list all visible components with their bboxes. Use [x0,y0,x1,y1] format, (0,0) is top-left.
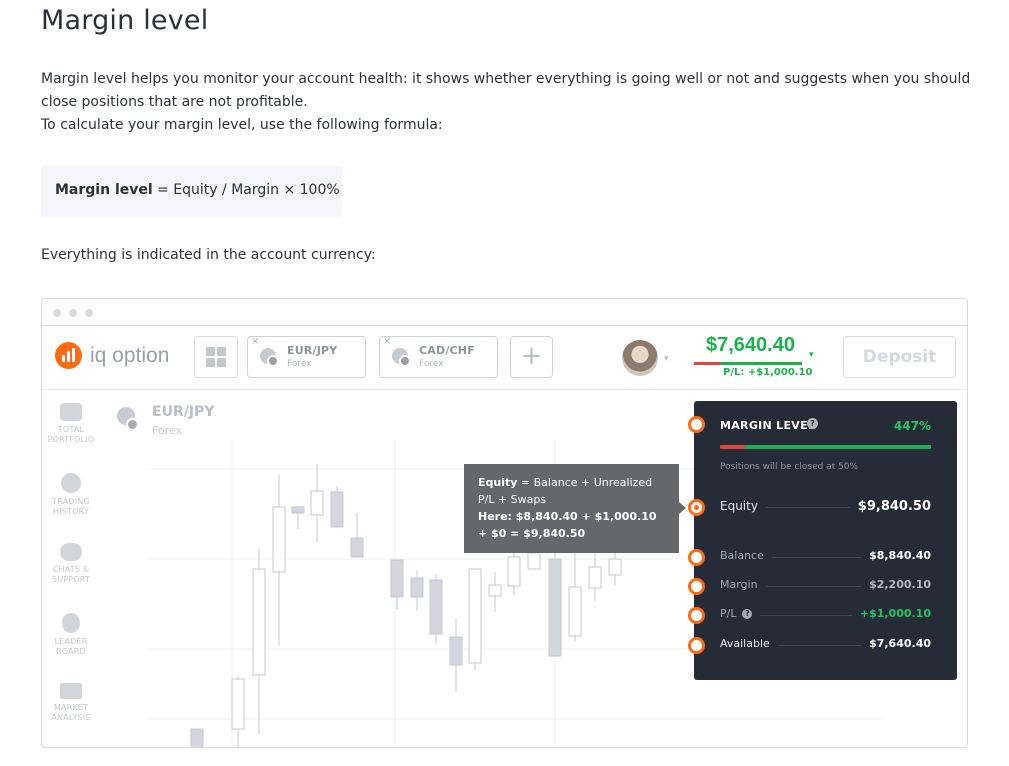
candle-body [390,559,404,598]
intro-text: Margin level helps you monitor your acco… [41,68,971,137]
available-row: Available $7,640.40 [720,637,931,650]
callout-marker [688,607,705,624]
margin-level-bar [720,445,931,449]
page-title: Margin level [41,5,209,36]
candle-body [330,491,344,528]
equity-tooltip: Equity = Balance + Unrealized P/L + Swap… [464,464,679,553]
candle-body [231,678,245,730]
pl-row: P/L? +$1,000.10 [720,607,931,620]
formula-label: Margin level [55,182,153,198]
formula-box: Margin level = Equity / Margin × 100% [41,166,342,217]
screenshot-frame: iq option × EUR/JPY Forex × CAD/CHF Fore… [41,298,968,748]
candle-body [252,568,266,676]
balance-row: Balance $8,840.40 [720,549,931,562]
candle-body [548,558,562,657]
candle-body [468,568,482,664]
intro-paragraph: Margin level helps you monitor your acco… [41,71,971,110]
candle-body [350,537,364,558]
tooltip-arrow [679,502,686,514]
callout-marker [688,416,705,433]
margin-level-panel: MARGIN LEVEL ? 447% Positions will be cl… [694,401,957,680]
candle-body [527,552,541,570]
equity-row: Equity $9,840.50 [720,499,931,514]
currency-note: Everything is indicated in the account c… [41,247,376,263]
intro-formula-lead: To calculate your margin level, use the … [41,117,443,133]
candle-body [507,556,521,587]
candle-body [291,506,305,514]
candle-body [488,584,502,597]
candle-body [272,506,286,573]
candle-body [410,577,424,598]
help-icon[interactable]: ? [807,418,818,429]
callout-marker [688,499,705,516]
candle-body [608,558,622,576]
margin-row: Margin $2,200.10 [720,578,931,591]
help-icon[interactable]: ? [742,609,753,619]
callout-marker [688,637,705,654]
formula-expression: = Equity / Margin × 100% [152,182,340,198]
candle-body [190,728,204,747]
candle-body [429,579,443,635]
candle-body [568,586,582,637]
candle-body [449,636,463,666]
candle-body [588,566,602,589]
margin-level-title: MARGIN LEVEL [720,419,816,432]
callout-marker [688,549,705,566]
callout-marker [688,578,705,595]
candle-body [310,490,324,516]
margin-call-note: Positions will be closed at 50% [720,462,859,472]
margin-level-value: 447% [893,419,931,433]
